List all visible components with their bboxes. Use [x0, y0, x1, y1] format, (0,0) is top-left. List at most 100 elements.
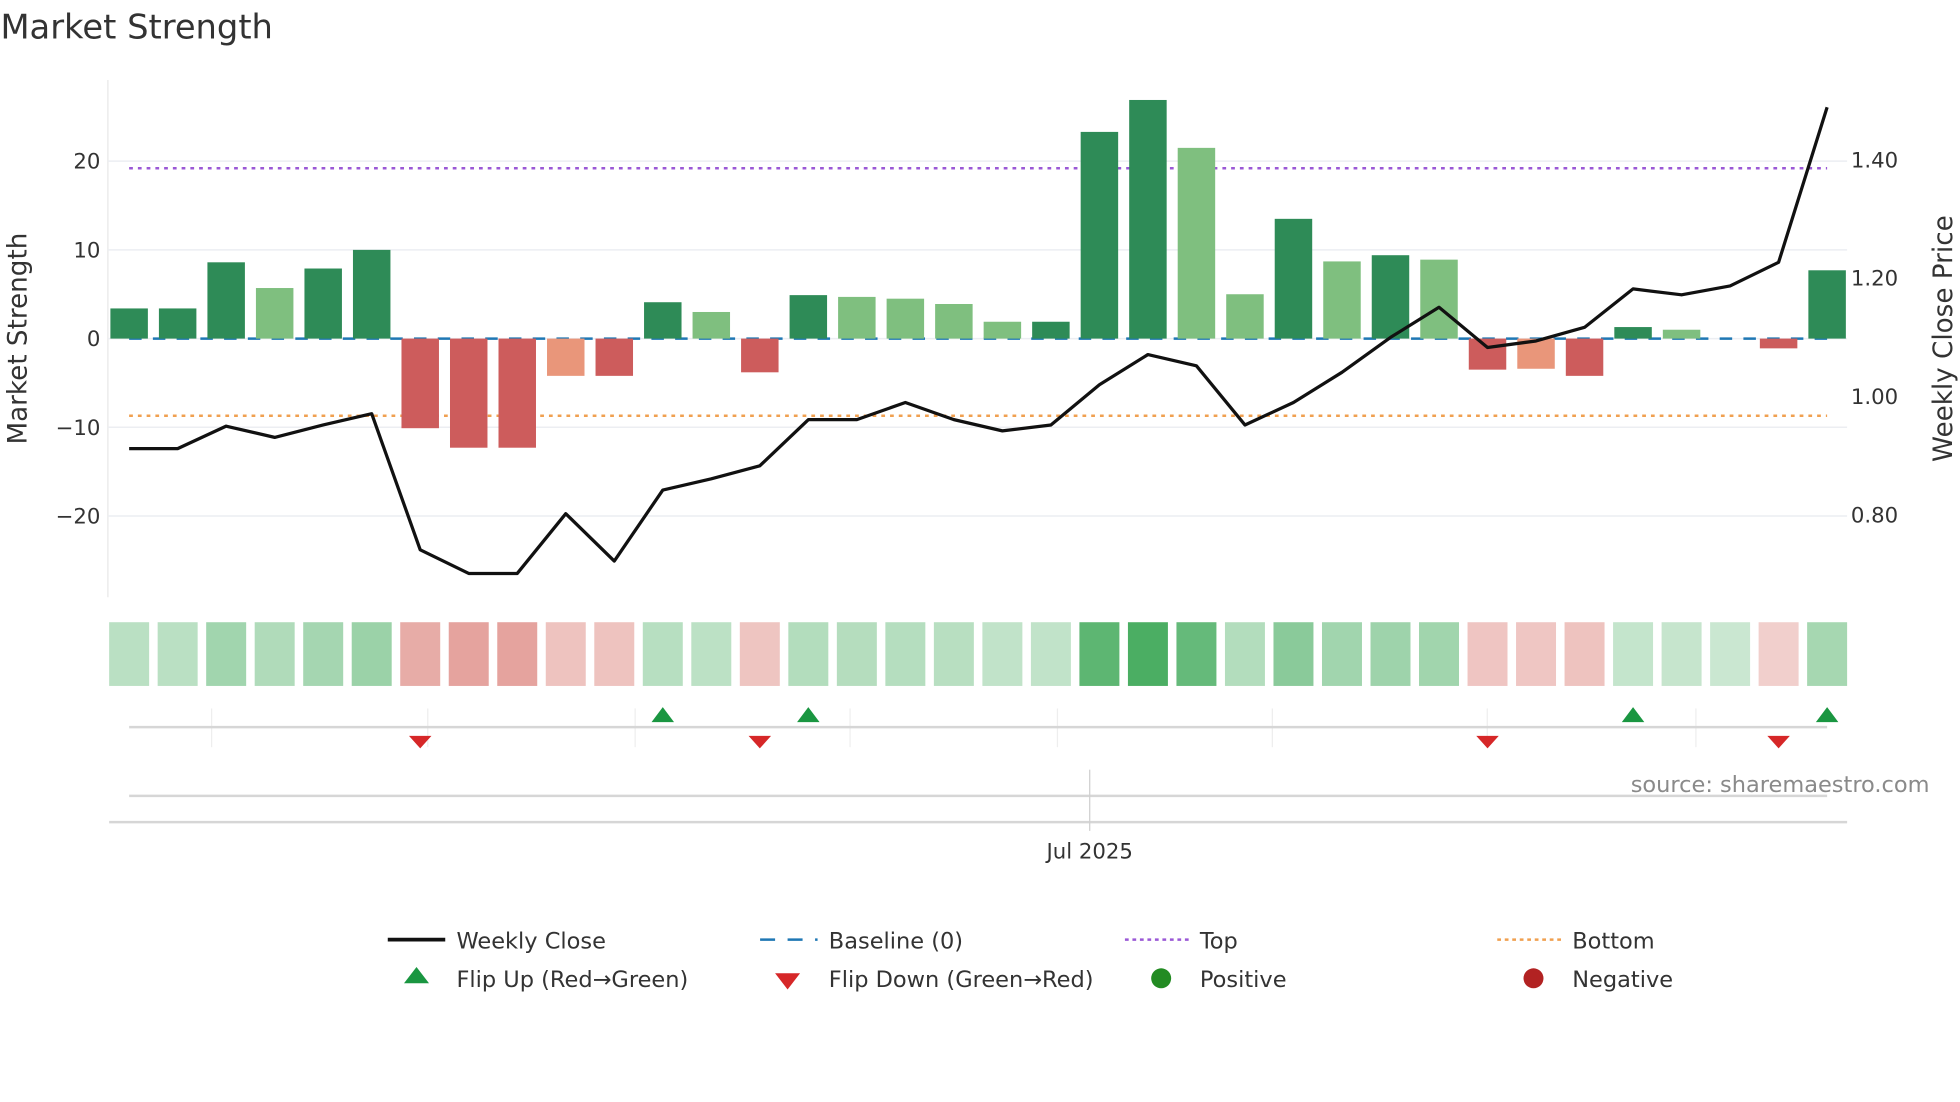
strength-bar — [547, 338, 585, 376]
heat-cell — [1224, 622, 1265, 686]
heat-cell — [1127, 622, 1168, 686]
strength-bar — [401, 338, 439, 429]
heat-cell — [1758, 622, 1799, 686]
heat-cell — [836, 622, 877, 686]
heat-cell — [642, 622, 683, 686]
legend-item: Positive — [1151, 967, 1287, 993]
y2-tick-label: 1.20 — [1851, 267, 1898, 292]
strength-bar — [1177, 147, 1216, 339]
strength-bar — [1323, 261, 1361, 339]
strength-bar — [1759, 338, 1798, 349]
strength-bar — [983, 321, 1022, 339]
strength-bar — [644, 302, 682, 339]
legend-item: Negative — [1523, 967, 1673, 993]
heat-cell — [400, 622, 441, 686]
flip-up-marker — [1621, 707, 1645, 723]
strength-bar — [692, 311, 731, 339]
heat-cell — [254, 622, 295, 686]
heat-cell — [448, 622, 489, 686]
flip-down-marker — [1767, 735, 1790, 749]
strength-bar — [1080, 131, 1119, 339]
heat-cell — [1516, 622, 1557, 686]
y-axis-title: Market Strength — [4, 233, 34, 445]
legend-item: Baseline (0) — [760, 928, 963, 954]
heat-cell — [1807, 622, 1848, 686]
strength-bar — [1129, 99, 1167, 339]
heat-cell — [739, 622, 780, 686]
heat-cell — [691, 622, 732, 686]
y-tick-label: 20 — [73, 150, 100, 175]
heat-cell — [1176, 622, 1217, 686]
strength-bar — [838, 296, 876, 339]
legend-label: Flip Up (Red→Green) — [456, 967, 688, 993]
strength-bar — [935, 303, 973, 339]
heat-cell — [1564, 622, 1605, 686]
heat-cell — [1030, 622, 1071, 686]
heat-cell — [933, 622, 974, 686]
heat-cell — [788, 622, 829, 686]
flip-up-marker — [1815, 707, 1839, 723]
strength-bars — [110, 99, 1846, 448]
heat-cell — [885, 622, 926, 686]
strength-bar — [595, 338, 634, 376]
legend-label: Top — [1199, 928, 1238, 954]
strength-bar — [352, 249, 391, 339]
triangle-down-icon — [775, 973, 801, 990]
heat-cell — [1710, 622, 1751, 686]
y2-tick-label: 1.00 — [1851, 385, 1898, 410]
y-tick-label: 10 — [73, 238, 100, 263]
legend-label: Weekly Close — [456, 928, 605, 954]
market-strength-chart: Market Strength 20 10 0 −10 −20 1.40 1.20 1.00 0… — [0, 8, 1959, 993]
flip-markers-panel: Jul 2025 — [109, 707, 1848, 864]
strength-heat-strip — [109, 622, 1848, 686]
legend-item: Flip Up (Red→Green) — [404, 967, 688, 993]
legend-label: Baseline (0) — [829, 928, 963, 954]
y2-tick-label: 0.80 — [1851, 503, 1898, 528]
heat-cell — [1661, 622, 1702, 686]
heat-cell — [157, 622, 198, 686]
flip-down-marker — [1476, 735, 1499, 749]
legend-label: Flip Down (Green→Red) — [829, 967, 1094, 993]
strength-bar — [1420, 259, 1458, 339]
strength-bar — [789, 295, 828, 339]
heat-cell — [545, 622, 586, 686]
chart-title: Market Strength — [0, 8, 272, 47]
strength-bar — [1565, 338, 1604, 376]
y-tick-label: 0 — [87, 327, 101, 352]
legend-label: Negative — [1572, 967, 1673, 993]
y-tick-label: −20 — [56, 505, 101, 530]
strength-bar — [498, 338, 536, 448]
circle-icon — [1523, 968, 1544, 989]
strength-bar — [110, 308, 148, 339]
strength-bar — [1662, 329, 1701, 339]
heat-cell — [1419, 622, 1459, 686]
heat-cell — [206, 622, 247, 686]
legend-label: Positive — [1200, 967, 1287, 993]
strength-bar — [1371, 255, 1410, 339]
x-tick-label: Jul 2025 — [1044, 839, 1132, 864]
strength-bar — [1808, 270, 1846, 339]
strength-bar — [158, 308, 197, 339]
triangle-up-icon — [404, 967, 429, 984]
heat-cell — [1321, 622, 1362, 686]
heat-cell — [351, 622, 392, 686]
heat-cell — [982, 622, 1023, 686]
heat-cell — [497, 622, 538, 686]
strength-bar — [207, 262, 245, 339]
y-tick-label: −10 — [56, 416, 101, 441]
flip-up-marker — [797, 707, 820, 723]
strength-bar — [1614, 327, 1652, 339]
heat-cell — [1467, 622, 1508, 686]
strength-bar — [1032, 321, 1070, 339]
legend-label: Bottom — [1572, 928, 1654, 954]
legend-item: Flip Down (Green→Red) — [775, 967, 1094, 993]
legend-item: Bottom — [1497, 928, 1655, 954]
heat-cell — [109, 622, 150, 686]
source-note: source: sharemaestro.com — [1631, 772, 1930, 798]
strength-bar — [449, 338, 488, 448]
heat-cell — [1079, 622, 1120, 686]
legend-item: Weekly Close — [387, 928, 606, 954]
strength-bar — [1468, 338, 1507, 370]
strength-bar — [1226, 294, 1264, 339]
strength-bar — [255, 288, 294, 339]
